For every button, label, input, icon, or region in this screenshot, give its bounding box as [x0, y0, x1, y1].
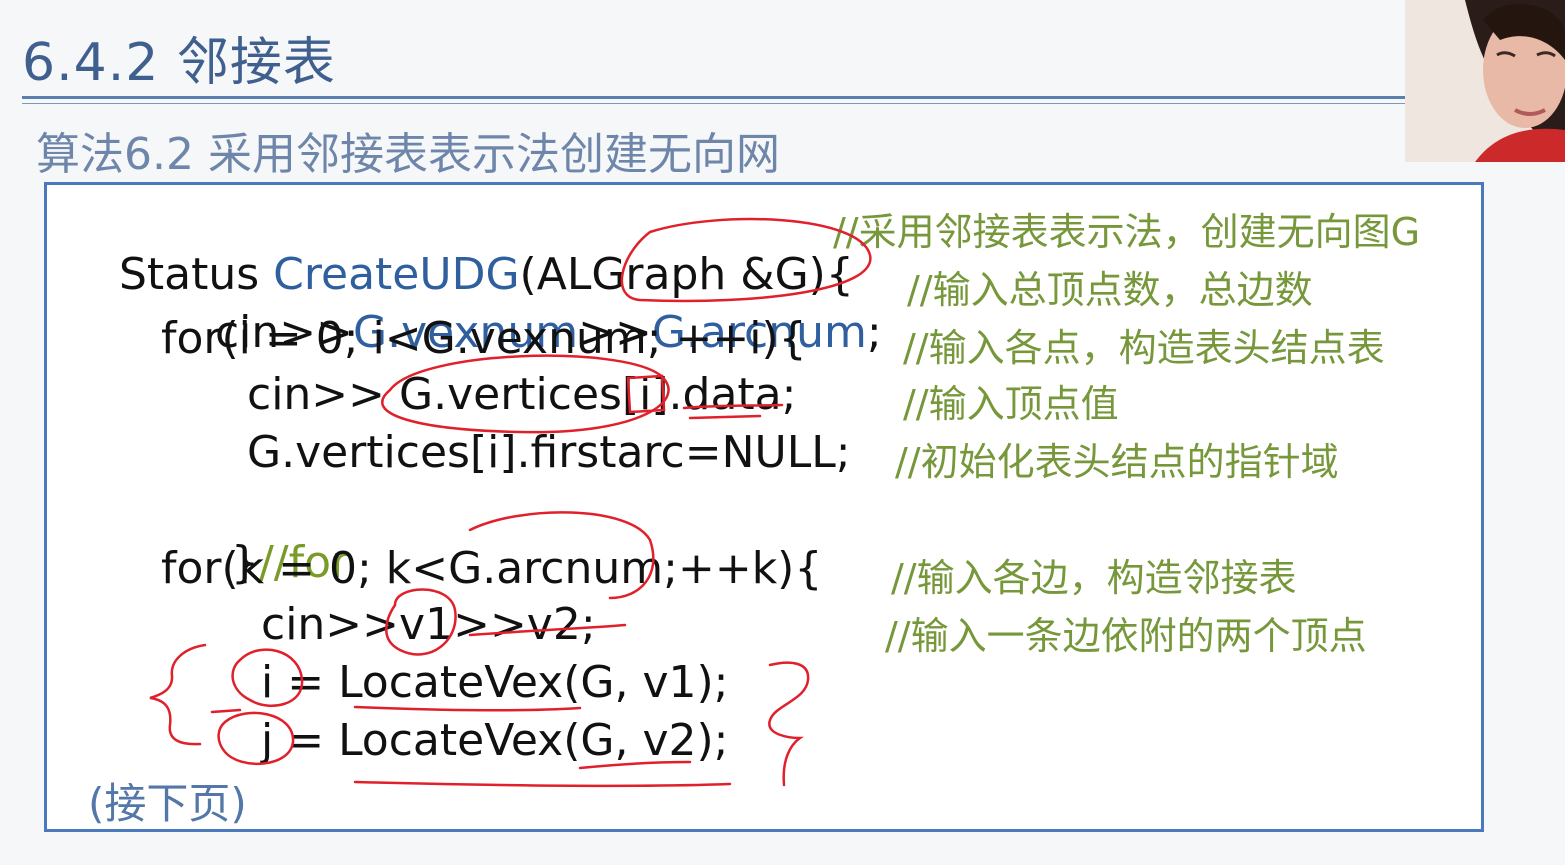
continued-note: (接下页): [88, 779, 247, 828]
code-panel: Status CreateUDG(ALGraph &G){ //采用邻接表表示法…: [44, 182, 1484, 832]
comment-line-3: //输入各点，构造表头结点表: [903, 326, 1385, 370]
title-divider-thin: [22, 103, 1406, 104]
comment-line-1: //采用邻接表表示法，创建无向图G: [833, 210, 1421, 254]
comment-line-5: //初始化表头结点的指针域: [895, 440, 1339, 484]
code-line-5: G.vertices[i].firstarc=NULL;: [247, 427, 851, 478]
presenter-avatar: [1405, 0, 1565, 162]
comment-line-8: //输入一条边依附的两个顶点: [885, 614, 1367, 658]
comment-line-4: //输入顶点值: [903, 382, 1119, 426]
code-line-7: for(k = 0; k<G.arcnum;++k){: [161, 543, 823, 594]
code-line-3: for(i = 0; i<G.vexnum; ++i){: [161, 313, 807, 364]
code-line-10: j = LocateVex(G, v2);: [261, 715, 729, 766]
code-line-4: cin>> G.vertices[i].data;: [247, 369, 797, 420]
presenter-video: [1405, 0, 1565, 162]
code-line-9: i = LocateVex(G, v1);: [261, 657, 729, 708]
algorithm-heading: 算法6.2 采用邻接表表示法创建无向网: [36, 129, 780, 180]
comment-line-7: //输入各边，构造邻接表: [891, 556, 1297, 600]
comment-line-2: //输入总顶点数，总边数: [907, 268, 1313, 312]
code-line-8: cin>>v1>>v2;: [261, 599, 596, 650]
slide-title: 6.4.2 邻接表: [22, 33, 336, 93]
title-divider: [22, 96, 1406, 99]
